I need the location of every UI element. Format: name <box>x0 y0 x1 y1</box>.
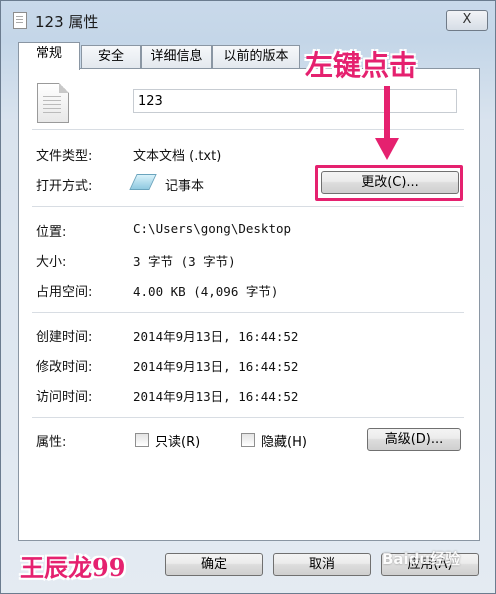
window-title: 123 属性 <box>35 13 99 31</box>
annotation-text: 左键点击 <box>305 49 418 82</box>
modified-label: 修改时间: <box>36 360 93 375</box>
site-watermark: Baidu经验 <box>382 550 461 568</box>
tab-general[interactable]: 常规 <box>18 42 80 70</box>
tab-details[interactable]: 详细信息 <box>141 45 212 68</box>
separator <box>32 312 464 313</box>
readonly-label[interactable]: 只读(R) <box>155 431 200 450</box>
size-on-disk-label: 占用空间: <box>36 285 93 300</box>
location-label: 位置: <box>36 225 67 240</box>
separator <box>32 206 464 207</box>
annotation-arrow-head <box>375 138 399 160</box>
author-watermark: 王辰龙99 <box>20 553 126 582</box>
attributes-label: 属性: <box>36 435 67 450</box>
title-bar[interactable]: 123 属性 X <box>1 1 495 37</box>
cancel-button[interactable]: 取消 <box>273 553 371 576</box>
opens-with-label: 打开方式: <box>36 179 93 194</box>
location-value: C:\Users\gong\Desktop <box>133 221 292 236</box>
accessed-label: 访问时间: <box>36 390 93 405</box>
text-file-icon <box>13 12 27 29</box>
tab-security[interactable]: 安全 <box>81 45 141 68</box>
created-label: 创建时间: <box>36 330 93 345</box>
size-label: 大小: <box>36 255 67 270</box>
general-panel: 123 文件类型: 文本文档 (.txt) 打开方式: 记事本 更改(C)...… <box>18 68 480 541</box>
notepad-icon <box>129 174 157 190</box>
text-document-icon <box>37 83 69 123</box>
opens-with-value: 记事本 <box>165 179 205 194</box>
file-type-label: 文件类型: <box>36 149 93 164</box>
file-type-value: 文本文档 (.txt) <box>133 149 222 164</box>
ok-button[interactable]: 确定 <box>165 553 263 576</box>
hidden-checkbox[interactable] <box>241 433 255 447</box>
readonly-checkbox[interactable] <box>135 433 149 447</box>
size-value: 3 字节 (3 字节) <box>133 254 236 269</box>
size-on-disk-value: 4.00 KB (4,096 字节) <box>133 284 279 299</box>
properties-window: 123 属性 X 常规 安全 详细信息 以前的版本 123 文件类型: 文本文档… <box>0 0 496 594</box>
created-value: 2014年9月13日, 16:44:52 <box>133 329 299 344</box>
close-button[interactable]: X <box>446 10 488 31</box>
annotation-arrow <box>384 86 390 140</box>
file-name-field[interactable]: 123 <box>133 89 457 113</box>
hidden-label[interactable]: 隐藏(H) <box>261 431 307 450</box>
advanced-button[interactable]: 高级(D)... <box>367 428 461 451</box>
separator <box>32 417 464 418</box>
separator <box>32 129 464 130</box>
highlight-frame <box>315 165 463 201</box>
accessed-value: 2014年9月13日, 16:44:52 <box>133 389 299 404</box>
tab-previous-versions[interactable]: 以前的版本 <box>212 45 300 68</box>
modified-value: 2014年9月13日, 16:44:52 <box>133 359 299 374</box>
